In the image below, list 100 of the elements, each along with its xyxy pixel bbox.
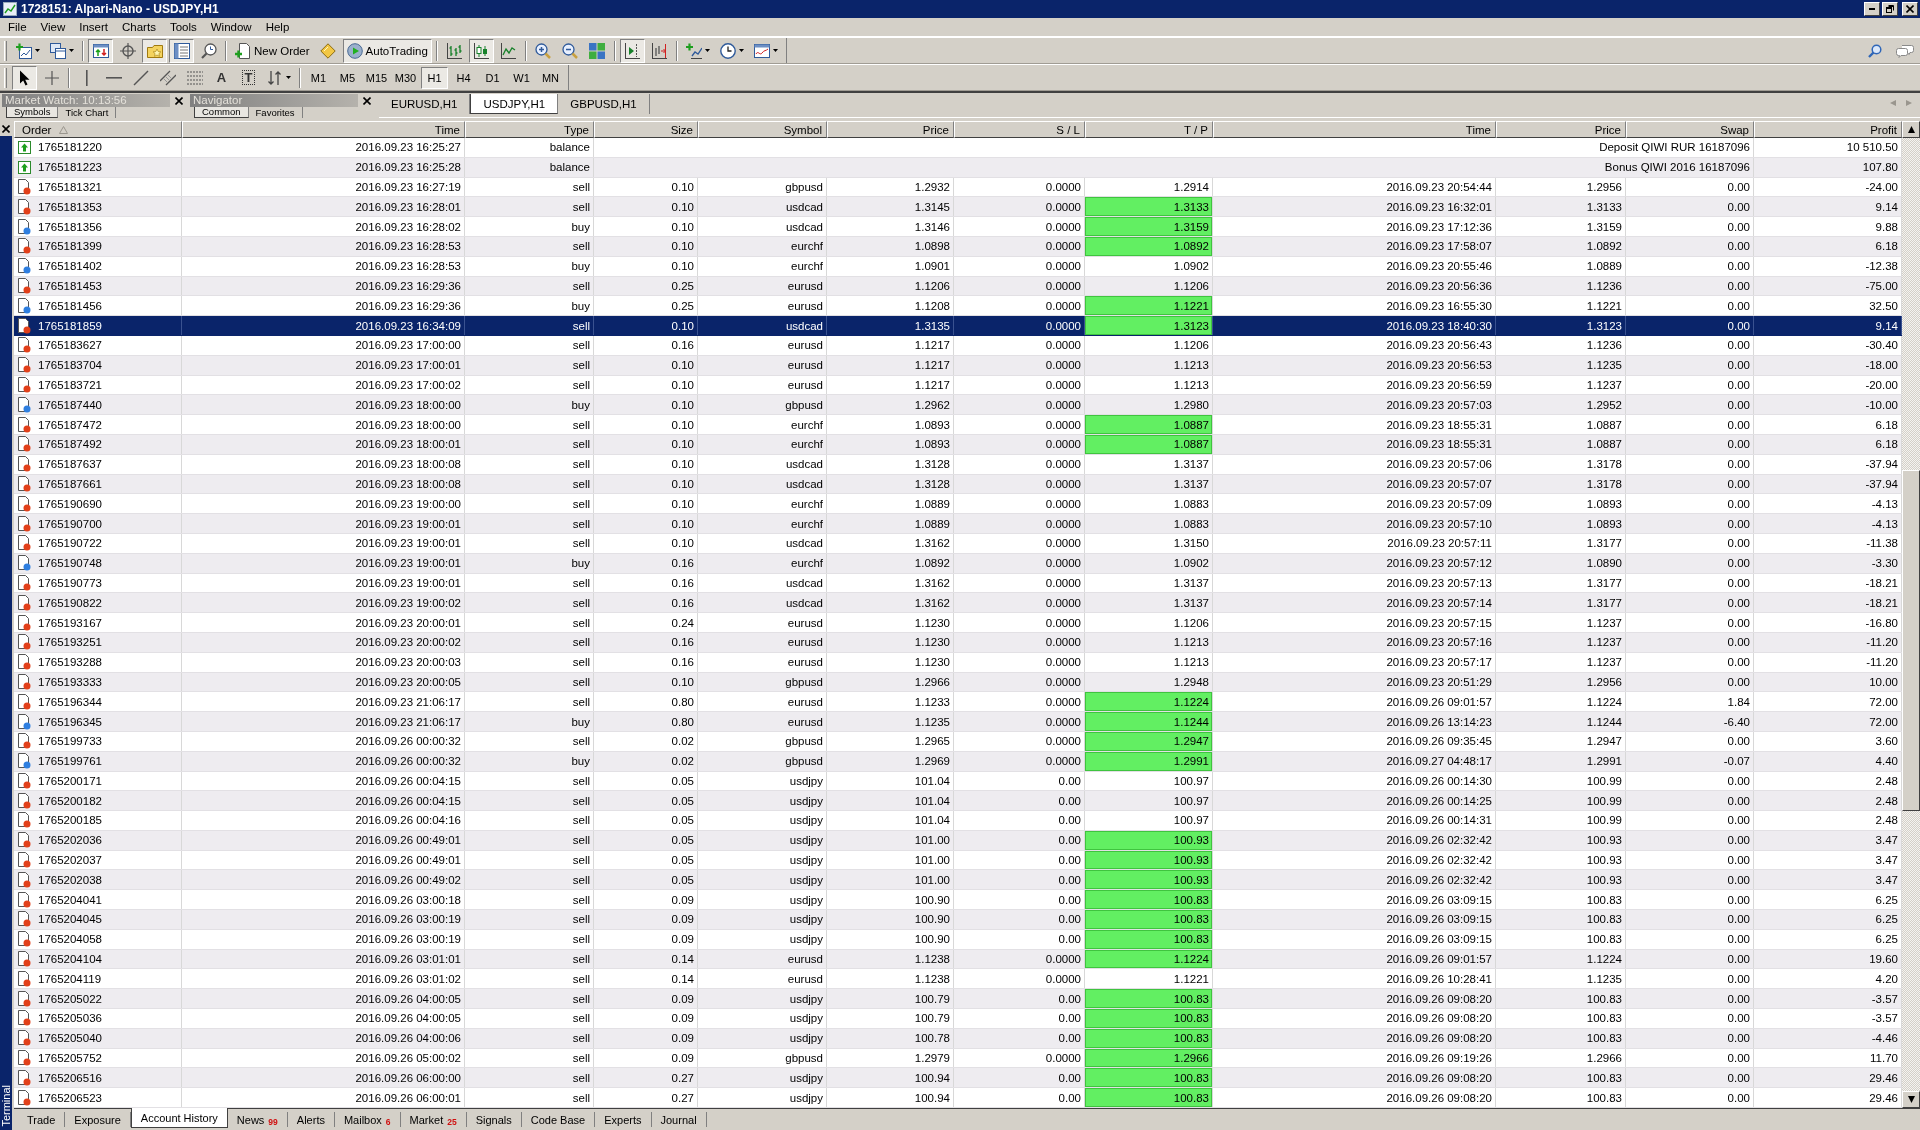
chart-tab[interactable]: GBPUSD,H1 (558, 94, 650, 114)
history-row[interactable]: 1765196345 2016.09.23 21:06:17 buy 0.80 eurusd 1.1235 0.0000 1.1244 2016.09.26 13:14:23 1.1244 -6.40 72.00 (14, 712, 1902, 732)
column-header[interactable]: Price (827, 121, 954, 138)
menu-item[interactable]: Tools (162, 18, 204, 36)
history-row[interactable]: 1765190822 2016.09.23 19:00:02 sell 0.16 usdcad 1.3162 0.0000 1.3137 2016.09.23 20:57:14 1.3177 0.00 -18.21 (14, 593, 1902, 614)
timeframe-button[interactable]: M30 (392, 66, 419, 89)
history-row[interactable]: 1765193251 2016.09.23 20:00:02 sell 0.16 eurusd 1.1230 0.0000 1.1213 2016.09.23 20:57:16 1.1237 0.00 -11.20 (14, 632, 1902, 653)
terminal-button[interactable] (169, 38, 194, 63)
history-row[interactable]: 1765202038 2016.09.26 00:49:02 sell 0.05 usdjpy 101.00 0.00 100.93 2016.09.26 02:32:42 100.93 0.00 3.47 (14, 870, 1902, 891)
open-price: 100.90 (827, 929, 954, 949)
close-button[interactable] (1902, 2, 1918, 16)
text-button[interactable]: A (209, 65, 234, 90)
terminal-tab[interactable]: Exposure (65, 1112, 131, 1127)
menu-item[interactable]: Help (258, 18, 297, 36)
swap-amount: 0.00 (1626, 652, 1754, 672)
terminal-tab[interactable]: Code Base (521, 1112, 596, 1127)
menu-item[interactable]: Window (203, 18, 259, 36)
terminal-tab[interactable]: Account History (130, 1108, 228, 1128)
history-row[interactable]: 1765181353 2016.09.23 16:28:01 sell 0.10 usdcad 1.3145 0.0000 1.3133 2016.09.23 16:32:01 1.3133 0.00 9.14 (14, 197, 1902, 218)
history-row[interactable]: 1765205040 2016.09.26 04:00:06 sell 0.09 usdjpy 100.78 0.00 100.83 2016.09.26 09:08:20 100.83 0.00 -4.46 (14, 1028, 1902, 1049)
history-row[interactable]: 1765187440 2016.09.23 18:00:00 buy 0.10 gbpusd 1.2962 0.0000 1.2980 2016.09.23 20:57:03 1.2952 0.00 -10.00 (14, 395, 1902, 416)
column-header[interactable]: Order (14, 121, 182, 138)
navigator-button[interactable] (142, 38, 167, 63)
history-row[interactable]: 1765187661 2016.09.23 18:00:08 sell 0.10 usdcad 1.3128 0.0000 1.3137 2016.09.23 20:57:07 1.3178 0.00 -37.94 (14, 474, 1902, 495)
history-row[interactable]: 1765204045 2016.09.26 03:00:19 sell 0.09 usdjpy 100.90 0.00 100.83 2016.09.26 03:09:15 100.83 0.00 6.25 (14, 910, 1902, 930)
autotrading-button[interactable]: AutoTrading (342, 38, 432, 63)
timeframe-button[interactable]: MN (537, 66, 564, 89)
history-row[interactable]: 1765187492 2016.09.23 18:00:01 sell 0.10 eurchf 1.0893 0.0000 1.0887 2016.09.23 18:55:31 1.0887 0.00 6.18 (14, 434, 1902, 455)
panel-tab[interactable]: Symbols (6, 107, 59, 118)
close-price: 1.2966 (1496, 1048, 1626, 1068)
panel-tab[interactable]: Tick Chart (58, 107, 117, 118)
timeframe-button[interactable]: M15 (363, 66, 390, 89)
terminal-tab[interactable]: Experts (595, 1112, 652, 1127)
chat-button[interactable] (1896, 43, 1914, 58)
history-row[interactable]: 1765181453 2016.09.23 16:29:36 sell 0.25 eurusd 1.1206 0.0000 1.1206 2016.09.23 20:56:36 1.1236 0.00 -75.00 (14, 276, 1902, 297)
history-row[interactable]: 1765183704 2016.09.23 17:00:01 sell 0.10 eurusd 1.1217 0.0000 1.1213 2016.09.23 20:56:53 1.1235 0.00 -18.00 (14, 355, 1902, 376)
panel-close-button[interactable] (360, 94, 374, 107)
history-row[interactable]: 1765190748 2016.09.23 19:00:01 buy 0.16 eurchf 1.0892 0.0000 1.0902 2016.09.23 20:57:12 1.0890 0.00 -3.30 (14, 553, 1902, 574)
timeframe-button[interactable]: M5 (334, 66, 361, 89)
history-row[interactable]: 1765190700 2016.09.23 19:00:01 sell 0.10 eurchf 1.0889 0.0000 1.0883 2016.09.23 20:57:10 1.0893 0.00 -4.13 (14, 514, 1902, 534)
panel-tab[interactable]: Favorites (248, 107, 303, 118)
scrollbar-thumb[interactable] (1902, 469, 1920, 811)
chart-shift-button[interactable] (619, 38, 645, 63)
scroll-down-button[interactable] (1902, 1091, 1920, 1108)
new-order-button[interactable]: New Order (231, 38, 314, 63)
history-row[interactable]: 1765202036 2016.09.26 00:49:01 sell 0.05 usdjpy 101.00 0.00 100.93 2016.09.26 02:32:42 100.93 0.00 3.47 (14, 830, 1902, 851)
terminal-tab[interactable]: Journal (651, 1112, 707, 1127)
terminal-close-button[interactable] (0, 121, 12, 136)
timeframe-button[interactable]: H4 (450, 66, 477, 89)
terminal-tab[interactable]: News 99 (227, 1112, 288, 1127)
terminal-tab[interactable]: Market 25 (400, 1112, 467, 1127)
candle-chart-button[interactable] (468, 38, 494, 63)
column-header[interactable]: S / L (954, 121, 1085, 138)
history-row[interactable]: 1765200182 2016.09.26 00:04:15 sell 0.05 usdjpy 101.04 0.00 100.97 2016.09.26 00:14:25 100.99 0.00 2.48 (14, 791, 1902, 812)
close-price: 1.1237 (1496, 375, 1626, 395)
window-list-icon (173, 42, 190, 59)
terminal-tab[interactable]: Alerts (287, 1112, 335, 1127)
history-row[interactable]: 1765181223 2016.09.23 16:25:28 balance Bonus QIWI 2016 16187096 107.80 (14, 157, 1902, 178)
market-watch-button[interactable] (88, 38, 113, 63)
history-row[interactable]: 1765205022 2016.09.26 04:00:05 sell 0.09 usdjpy 100.79 0.00 100.83 2016.09.26 09:08:20 100.83 0.00 -3.57 (14, 989, 1902, 1010)
menu-item[interactable]: Insert (72, 18, 115, 36)
timeframe-button[interactable]: H1 (421, 66, 448, 89)
history-row[interactable]: 1765199761 2016.09.26 00:00:32 buy 0.02 gbpusd 1.2969 0.0000 1.2991 2016.09.27 04:48:17 1.2991 -0.07 4.40 (14, 751, 1902, 772)
column-header[interactable]: Time (1213, 121, 1496, 138)
column-header[interactable]: Symbol (698, 121, 827, 138)
terminal-tab[interactable]: Trade (18, 1112, 66, 1127)
menu-item[interactable]: Charts (115, 18, 163, 36)
column-header[interactable]: Price (1496, 121, 1626, 138)
history-row[interactable]: 1765193333 2016.09.23 20:00:05 sell 0.10 gbpusd 1.2966 0.0000 1.2948 2016.09.23 20:51:29 1.2956 0.00 10.00 (14, 672, 1902, 693)
menu-item[interactable]: File (1, 18, 34, 36)
column-header[interactable]: T / P (1085, 121, 1213, 138)
timeframe-button[interactable]: W1 (508, 66, 535, 89)
restore-button[interactable] (1882, 2, 1898, 16)
history-row[interactable]: 1765181859 2016.09.23 16:34:09 sell 0.10 usdcad 1.3135 0.0000 1.3123 2016.09.23 18:40:30 1.3123 0.00 9.14 (14, 316, 1902, 336)
symbol-name: usdjpy (698, 989, 827, 1009)
column-header[interactable]: Time (182, 121, 465, 138)
history-row[interactable]: 1765181220 2016.09.23 16:25:27 balance Deposit QIWI RUR 16187096 10 510.50 (14, 138, 1902, 158)
chart-tab[interactable]: USDJPY,H1 (470, 94, 559, 114)
history-row[interactable]: 1765181399 2016.09.23 16:28:53 sell 0.10 eurchf 1.0898 0.0000 1.0892 2016.09.23 17:58:07 1.0892 0.00 6.18 (14, 237, 1902, 257)
history-row[interactable]: 1765206523 2016.09.26 06:00:01 sell 0.27 usdjpy 100.94 0.00 100.83 2016.09.26 09:08:20 100.83 0.00 29.46 (14, 1088, 1902, 1109)
cursor-button[interactable] (12, 65, 37, 90)
search-button[interactable] (1868, 43, 1882, 58)
timeframe-button[interactable]: M1 (305, 66, 332, 89)
minimize-button[interactable] (1864, 2, 1880, 16)
scroll-up-button[interactable] (1902, 121, 1920, 138)
history-row[interactable]: 1765206516 2016.09.26 06:00:00 sell 0.27 usdjpy 100.94 0.00 100.83 2016.09.26 09:08:20 100.83 0.00 29.46 (14, 1068, 1902, 1089)
column-header[interactable]: Swap (1626, 121, 1754, 138)
label-button[interactable]: T (236, 65, 261, 90)
panel-tab[interactable]: Common (194, 107, 249, 118)
column-header[interactable]: Size (594, 121, 698, 138)
column-header[interactable]: Profit (1754, 121, 1902, 138)
timeframe-button[interactable]: D1 (479, 66, 506, 89)
terminal-tab[interactable]: Mailbox 6 (334, 1112, 401, 1127)
caret-icon (286, 76, 291, 79)
history-row[interactable]: 1765204104 2016.09.26 03:01:01 sell 0.14 eurusd 1.1238 0.0000 1.1224 2016.09.26 09:01:57 1.1224 0.00 19.60 (14, 949, 1902, 970)
menu-item[interactable]: View (33, 18, 73, 36)
terminal-tab[interactable]: Signals (466, 1112, 522, 1127)
panel-close-button[interactable] (172, 94, 186, 107)
column-header[interactable]: Type (465, 121, 594, 138)
open-time: 2016.09.26 04:00:05 (182, 1009, 465, 1028)
